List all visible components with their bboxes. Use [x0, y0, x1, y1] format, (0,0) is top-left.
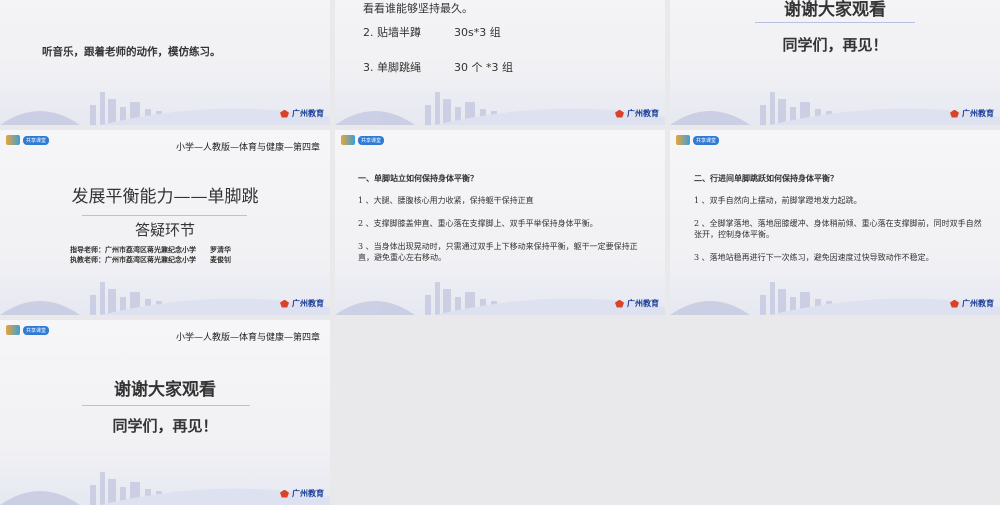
emblem-icon — [280, 489, 289, 498]
qa-point: 2 、支撑脚膝盖伸直、重心落在支撑脚上、双手平举保持身体平衡。 — [358, 219, 598, 228]
guangzhou-education-logo: 广州教育 — [950, 108, 994, 119]
exercise-name: 2. 贴墙半蹲 — [363, 26, 421, 39]
divider — [82, 215, 247, 216]
teacher-line: 执教老师：广州市荔湾区蒋光鼐纪念小学 麦俊钊 — [70, 255, 231, 264]
slide-thumbnail-6[interactable]: 共享课堂 二、行进间单脚跳跃如何保持身体平衡？ 1 、双手自然向上摆动，前脚掌蹬… — [670, 130, 1000, 315]
slide-text: 听音乐，跟着老师的动作，模仿练习。 — [42, 46, 221, 58]
emblem-icon — [950, 299, 959, 308]
qa-heading: 一、单脚站立如何保持身体平衡？ — [358, 173, 478, 183]
slide-title: 谢谢大家观看 — [784, 0, 886, 20]
slide-subtitle: 同学们，再见！ — [782, 36, 888, 54]
slide-header: 小学—人教版—体育与健康—第四章 — [175, 333, 320, 343]
emblem-icon — [280, 109, 289, 118]
slide-thumbnail-1[interactable]: 听音乐，跟着老师的动作，模仿练习。 广州教育 — [0, 0, 330, 125]
slide-thumbnail-4[interactable]: 共享课堂 小学—人教版—体育与健康—第四章 发展平衡能力——单脚跳 答疑环节 指… — [0, 130, 330, 315]
qa-point: 3 、当身体出现晃动时，只需通过双手上下移动来保持平衡，躯干一定要保持正直，避免… — [358, 242, 638, 262]
qa-point: 3 、落地站稳再进行下一次练习，避免因速度过快导致动作不稳定。 — [694, 253, 934, 262]
share-class-logo: 共享课堂 — [341, 135, 385, 145]
emblem-icon — [950, 109, 959, 118]
guangzhou-education-logo: 广州教育 — [280, 488, 324, 499]
slide-thumbnail-3[interactable]: 谢谢大家观看 同学们，再见！ 广州教育 — [670, 0, 1000, 125]
slide-header: 小学—人教版—体育与健康—第四章 — [175, 143, 320, 153]
exercise-value: 30s*3 组 — [454, 26, 501, 39]
brand-text: 广州教育 — [627, 109, 659, 118]
slide-title: 谢谢大家观看 — [114, 380, 216, 400]
share-class-logo: 共享课堂 — [6, 135, 50, 145]
exercise-name: 3. 单脚跳绳 — [363, 61, 421, 74]
guangzhou-education-logo: 广州教育 — [950, 298, 994, 309]
brand-text: 广州教育 — [962, 109, 994, 118]
emblem-icon — [615, 109, 624, 118]
qa-point: 1 、双手自然向上摆动，前脚掌蹬地发力起跳。 — [694, 196, 862, 205]
guangzhou-education-logo: 广州教育 — [280, 108, 324, 119]
brand-text: 广州教育 — [292, 489, 324, 498]
emblem-icon — [280, 299, 289, 308]
teacher-line: 指导老师：广州市荔湾区蒋光鼐纪念小学 罗清华 — [70, 245, 231, 254]
guangzhou-education-logo: 广州教育 — [615, 108, 659, 119]
brand-text: 广州教育 — [292, 109, 324, 118]
slide-thumbnail-5[interactable]: 共享课堂 一、单脚站立如何保持身体平衡？ 1 、大腿、腰腹核心用力收紧，保持躯干… — [335, 130, 665, 315]
divider — [755, 22, 915, 23]
brand-text: 广州教育 — [627, 299, 659, 308]
logo-text: 共享课堂 — [23, 135, 50, 145]
slide-thumbnail-2[interactable]: 看看谁能够坚持最久。 2. 贴墙半蹲 30s*3 组 3. 单脚跳绳 30 个 … — [335, 0, 665, 125]
brand-text: 广州教育 — [292, 299, 324, 308]
slide-partial-text: 看看谁能够坚持最久。 — [363, 2, 473, 15]
share-class-logo: 共享课堂 — [6, 325, 50, 335]
logo-text: 共享课堂 — [358, 135, 385, 145]
slide-subtitle: 同学们，再见！ — [112, 417, 218, 435]
logo-text: 共享课堂 — [23, 325, 50, 335]
share-class-logo: 共享课堂 — [676, 135, 720, 145]
slide-subtitle: 答疑环节 — [134, 221, 195, 239]
qa-point: 2 、全脚掌落地、落地屈膝缓冲、身体稍前倾、重心落在支撑脚前，同时双手自然张开，… — [694, 219, 982, 239]
emblem-icon — [615, 299, 624, 308]
divider — [82, 405, 250, 406]
slide-thumbnail-7[interactable]: 共享课堂 小学—人教版—体育与健康—第四章 谢谢大家观看 同学们，再见！ 广州教… — [0, 320, 330, 505]
qa-point: 1 、大腿、腰腹核心用力收紧，保持躯干保持正直 — [358, 196, 534, 205]
brand-text: 广州教育 — [962, 299, 994, 308]
qa-heading: 二、行进间单脚跳跃如何保持身体平衡？ — [694, 173, 838, 183]
guangzhou-education-logo: 广州教育 — [615, 298, 659, 309]
exercise-value: 30 个 *3 组 — [454, 61, 513, 74]
slide-title: 发展平衡能力——单脚跳 — [71, 187, 259, 207]
logo-text: 共享课堂 — [693, 135, 720, 145]
guangzhou-education-logo: 广州教育 — [280, 298, 324, 309]
